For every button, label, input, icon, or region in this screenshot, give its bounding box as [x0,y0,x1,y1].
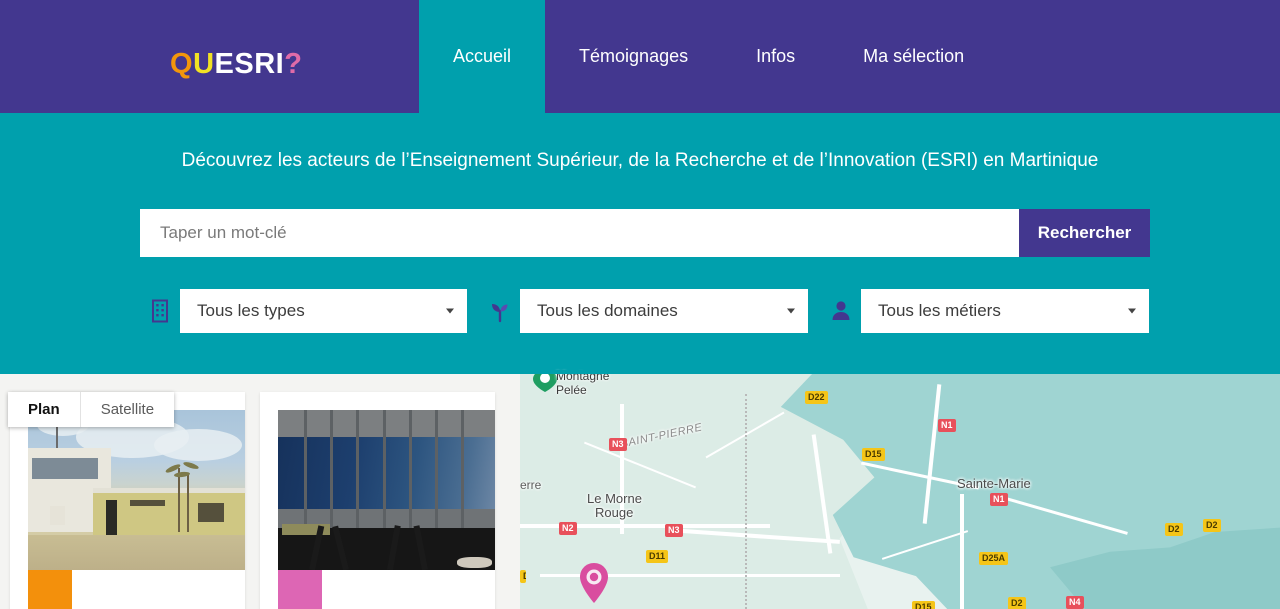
filter-select-metiers[interactable]: Tous les métiers [861,289,1149,333]
building-icon [140,289,180,333]
nav-label: Infos [756,46,796,66]
map-road [960,494,964,609]
road-badge: N3 [665,524,683,537]
road-badge: D25A [979,552,1009,565]
map-label-rouge: Rouge [595,505,634,520]
nav-label: Ma sélection [863,46,965,66]
main-navigation: Accueil Témoignages Infos Ma sélection [419,0,998,113]
chevron-down-icon [1128,308,1136,314]
logo-letter-q: Q [170,48,194,80]
result-card[interactable] [260,392,495,609]
map-label-sainte-marie: Sainte-Marie [957,476,1031,491]
road-badge: D22 [805,391,828,404]
results-and-map: SAINT-PIERRE Le Morne Rouge erre Sainte-… [0,374,1280,609]
person-icon [821,289,861,333]
road-badge: D2 [1165,523,1183,536]
filter-value: Tous les métiers [878,301,1001,320]
section-divider [0,370,1280,374]
nav-item-accueil[interactable]: Accueil [419,0,546,113]
road-badge: N3 [609,438,627,451]
logo-letter-u: U [193,48,215,80]
chevron-down-icon [446,308,454,314]
nav-label: Accueil [453,46,512,66]
map-label-le-morne: Le Morne [587,491,642,506]
sprout-icon [480,289,520,333]
filter-value: Tous les types [197,301,305,320]
map-boundary [745,394,747,609]
road-badge: N2 [559,522,577,535]
road-badge: D15 [862,448,885,461]
filter-select-types[interactable]: Tous les types [180,289,467,333]
search-bar: Rechercher [140,209,1150,257]
glass-facade-building-photo [278,410,495,570]
filter-select-domaines[interactable]: Tous les domaines [520,289,808,333]
map-type-plan[interactable]: Plan [8,392,80,427]
map-type-control: Plan Satellite [8,392,175,427]
chevron-down-icon [787,308,795,314]
logo-text-esri: ESRI [214,48,285,80]
map-marker-pin[interactable] [578,562,610,604]
card-color-tab [278,570,322,609]
search-input[interactable] [140,209,1019,257]
nav-label: Témoignages [579,46,689,66]
search-button[interactable]: Rechercher [1019,209,1150,257]
road-badge: D11 [646,550,669,563]
road-badge: D2 [1203,519,1221,532]
road-badge-clipped: D [520,570,526,583]
road-badge: N1 [990,493,1008,506]
site-header: QUESRI? Accueil Témoignages Infos Ma sél… [0,0,1280,113]
road-badge: D15 [912,601,935,609]
hero-tagline: Découvrez les acteurs de l’Enseignement … [181,150,1099,171]
card-color-tab [28,570,72,609]
site-logo[interactable]: QUESRI? [170,47,302,81]
nav-item-ma-selection[interactable]: Ma sélection [829,0,998,113]
map-road [520,524,770,528]
results-map[interactable]: SAINT-PIERRE Le Morne Rouge erre Sainte-… [520,374,1280,609]
map-label-erre: erre [520,478,542,492]
filter-bar: Tous les types Tous les domaines Tous le… [140,289,1150,333]
road-badge: D2 [1008,597,1026,609]
hero-search-band: Découvrez les acteurs de l’Enseignement … [0,113,1280,374]
nav-item-temoignages[interactable]: Témoignages [545,0,722,113]
road-badge: N1 [938,419,956,432]
filter-value: Tous les domaines [537,301,678,320]
road-badge: N4 [1066,596,1084,609]
logo-question-mark: ? [284,48,303,80]
nav-item-infos[interactable]: Infos [722,0,829,113]
page-root: QUESRI? Accueil Témoignages Infos Ma sél… [0,0,1280,609]
map-type-satellite[interactable]: Satellite [79,392,175,427]
airport-building-photo [28,410,245,570]
